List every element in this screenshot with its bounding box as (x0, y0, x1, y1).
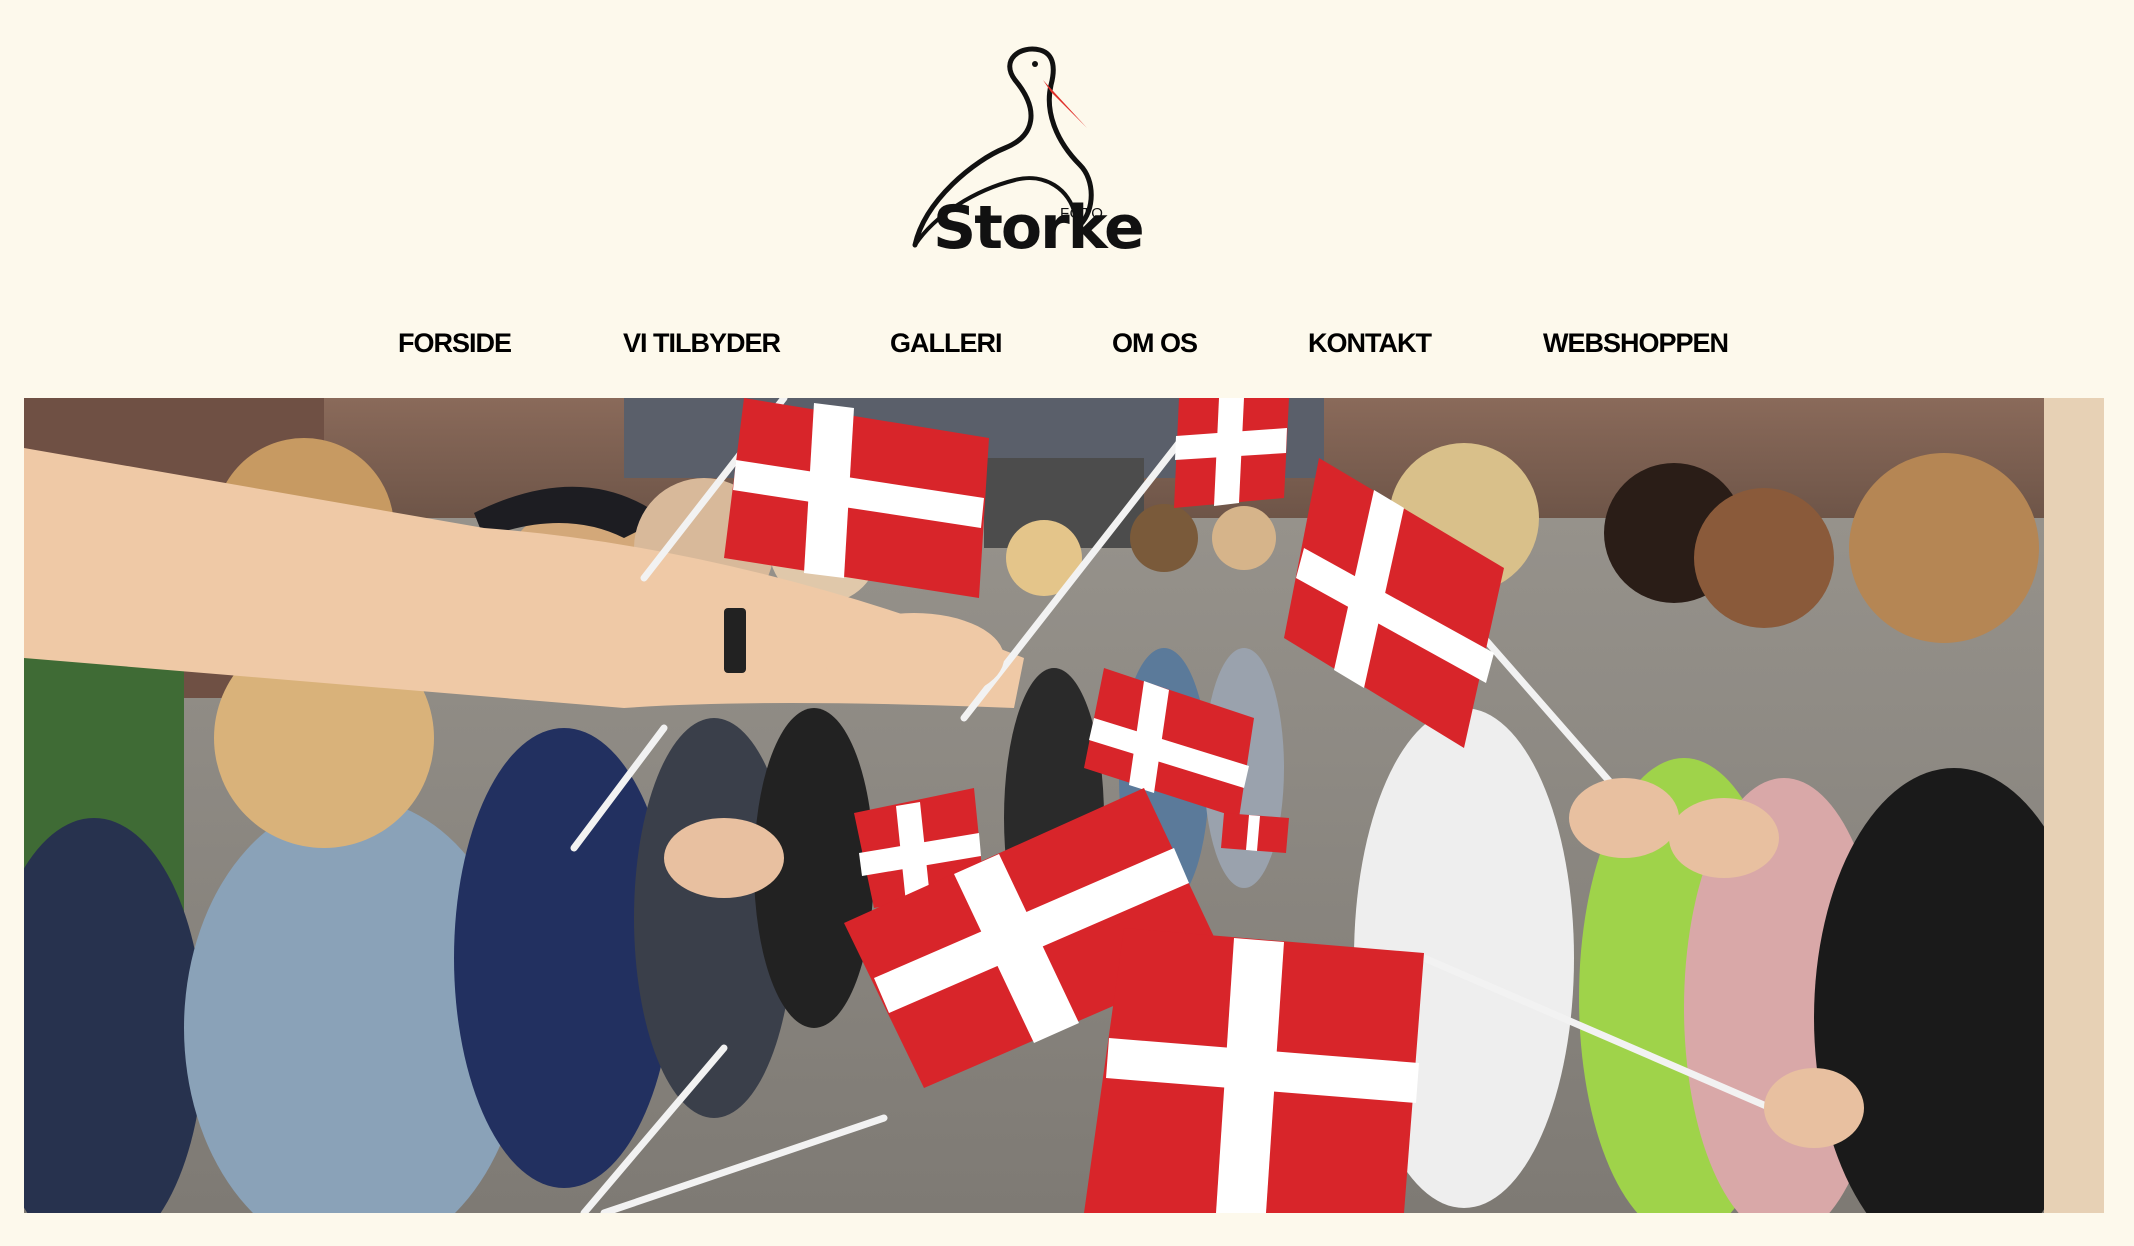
hero-photo (24, 398, 2104, 1213)
nav-item-om-os[interactable]: OM OS (1112, 328, 1198, 359)
nav-item-vi-tilbyder[interactable]: VI TILBYDER (623, 328, 781, 359)
nav-item-galleri[interactable]: GALLERI (890, 328, 1002, 359)
main-navigation: FORSIDE VI TILBYDER GALLERI OM OS KONTAK… (0, 328, 2134, 368)
logo-wordmark: Storke (933, 193, 1145, 263)
nav-item-webshoppen[interactable]: WEBSHOPPEN (1543, 328, 1729, 359)
logo-tagline: FOTO (1060, 205, 1104, 222)
nav-item-forside[interactable]: FORSIDE (398, 328, 512, 359)
site-logo[interactable]: Storke FOTO (905, 40, 1235, 280)
photo-icon (24, 398, 2104, 1213)
page: Storke FOTO FORSIDE VI TILBYDER GALLERI … (0, 0, 2134, 1246)
nav-item-kontakt[interactable]: KONTAKT (1308, 328, 1432, 359)
